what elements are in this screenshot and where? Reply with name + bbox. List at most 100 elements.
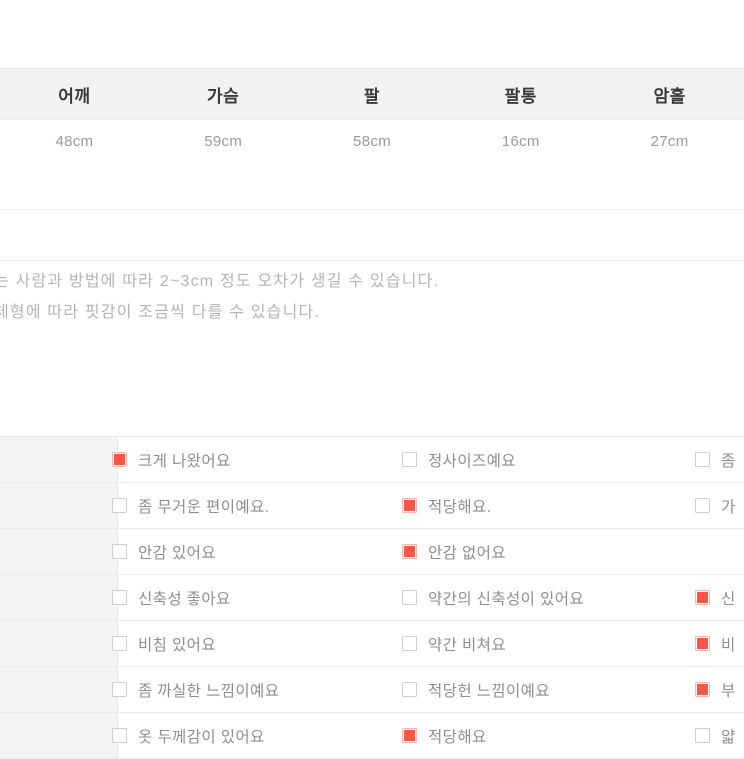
checkbox-icon[interactable] xyxy=(402,544,417,559)
option-label: 비 xyxy=(721,636,736,654)
option-size-small[interactable]: 좀 xyxy=(695,437,736,482)
option-thickness-moderate[interactable]: 적당해요 xyxy=(402,713,487,758)
row-options: 신축성 좋아요 약간의 신축성이 있어요 신 xyxy=(112,575,744,620)
option-label: 비침 있어요 xyxy=(138,636,217,654)
checkbox-icon[interactable] xyxy=(112,544,127,559)
option-weight-light[interactable]: 가 xyxy=(695,483,736,528)
row-label xyxy=(0,529,118,574)
option-label: 적당해요 xyxy=(428,728,487,746)
table-row: 비침 있어요 약간 비쳐요 비 xyxy=(0,621,744,667)
option-texture-soft[interactable]: 부 xyxy=(695,667,736,712)
option-label: 좀 까실한 느낌이예요 xyxy=(138,682,280,700)
row-label xyxy=(0,667,118,712)
option-stretch-good[interactable]: 신축성 좋아요 xyxy=(112,575,231,620)
row-options: 비침 있어요 약간 비쳐요 비 xyxy=(112,621,744,666)
option-label: 약간의 신축성이 있어요 xyxy=(428,590,585,608)
option-sheer-yes[interactable]: 비침 있어요 xyxy=(112,621,216,666)
checkbox-icon[interactable] xyxy=(695,682,710,697)
note-line-1: 는 사람과 방법에 따라 2~3cm 정도 오차가 생길 수 있습니다. xyxy=(0,273,440,290)
option-label: 정사이즈예요 xyxy=(428,452,516,470)
size-header-armhole: 암홀 xyxy=(653,86,686,106)
option-label: 좀 xyxy=(721,452,736,470)
option-weight-moderate[interactable]: 적당해요. xyxy=(402,483,491,528)
option-thickness-thin[interactable]: 얇 xyxy=(695,713,736,758)
option-stretch-slight[interactable]: 약간의 신축성이 있어요 xyxy=(402,575,584,620)
row-label xyxy=(0,437,118,482)
option-sheer-none[interactable]: 비 xyxy=(695,621,736,666)
checkbox-icon[interactable] xyxy=(402,728,417,743)
size-header-sleeve-width: 팔통 xyxy=(504,86,537,106)
option-label: 가 xyxy=(721,498,736,516)
divider-row-2 xyxy=(0,210,744,261)
option-label: 신축성 좋아요 xyxy=(138,590,231,608)
size-value-sleeve-width: 16cm xyxy=(501,132,540,150)
size-header-sleeve: 팔 xyxy=(363,86,381,106)
option-weight-heavy[interactable]: 좀 무거운 편이예요. xyxy=(112,483,269,528)
row-label xyxy=(0,713,118,758)
size-value-shoulder: 48cm xyxy=(55,132,94,150)
size-value-sleeve: 58cm xyxy=(353,132,391,150)
checkbox-icon[interactable] xyxy=(695,498,710,513)
checkbox-icon[interactable] xyxy=(402,590,417,605)
checkbox-icon[interactable] xyxy=(402,452,417,467)
checkbox-icon[interactable] xyxy=(695,590,710,605)
option-label: 안감 없어요 xyxy=(428,544,507,562)
checkbox-icon[interactable] xyxy=(695,728,710,743)
note-line-2: 체형에 따라 핏감이 조금씩 다를 수 있습니다. xyxy=(0,304,321,321)
checkbox-icon[interactable] xyxy=(112,498,127,513)
option-label: 크게 나왔어요 xyxy=(138,452,231,470)
row-options: 안감 있어요 안감 없어요 xyxy=(112,529,744,574)
option-lining-yes[interactable]: 안감 있어요 xyxy=(112,529,216,574)
option-label: 부 xyxy=(721,682,736,700)
option-texture-moderate[interactable]: 적당헌 느낌이예요 xyxy=(402,667,550,712)
table-row: 크게 나왔어요 정사이즈예요 좀 xyxy=(0,437,744,483)
table-row: 좀 까실한 느낌이예요 적당헌 느낌이예요 부 xyxy=(0,667,744,713)
option-label: 얇 xyxy=(721,728,736,746)
option-texture-rough[interactable]: 좀 까실한 느낌이예요 xyxy=(112,667,279,712)
option-label: 신 xyxy=(721,590,736,608)
page-root: 어깨 가슴 팔 팔통 암홀 48cm 59cm 58cm 16cm 27cm 는… xyxy=(0,0,744,759)
option-size-large[interactable]: 크게 나왔어요 xyxy=(112,437,231,482)
checkbox-icon[interactable] xyxy=(112,728,127,743)
divider-row-1 xyxy=(0,160,744,210)
size-spec-table: 어깨 가슴 팔 팔통 암홀 48cm 59cm 58cm 16cm 27cm xyxy=(0,68,744,163)
size-value-armhole: 27cm xyxy=(650,132,689,150)
table-row: 신축성 좋아요 약간의 신축성이 있어요 신 xyxy=(0,575,744,621)
option-label: 옷 두께감이 있어요 xyxy=(138,728,265,746)
size-header-shoulder: 어깨 xyxy=(58,86,91,106)
option-label: 안감 있어요 xyxy=(138,544,217,562)
checkbox-icon[interactable] xyxy=(112,590,127,605)
row-options: 옷 두께감이 있어요 적당해요 얇 xyxy=(112,713,744,758)
row-label xyxy=(0,483,118,528)
size-table-value-row: 48cm 59cm 58cm 16cm 27cm xyxy=(0,120,744,163)
option-sheer-slight[interactable]: 약간 비쳐요 xyxy=(402,621,506,666)
row-label xyxy=(0,621,118,666)
review-attribute-table: 크게 나왔어요 정사이즈예요 좀 좀 무거운 편이예요. 적당해요. 가 안감 … xyxy=(0,436,744,759)
checkbox-icon[interactable] xyxy=(112,682,127,697)
table-row: 좀 무거운 편이예요. 적당해요. 가 xyxy=(0,483,744,529)
option-thickness-thick[interactable]: 옷 두께감이 있어요 xyxy=(112,713,265,758)
option-lining-no[interactable]: 안감 없어요 xyxy=(402,529,506,574)
checkbox-icon[interactable] xyxy=(695,452,710,467)
option-size-true[interactable]: 정사이즈예요 xyxy=(402,437,516,482)
checkbox-icon[interactable] xyxy=(402,498,417,513)
checkbox-icon[interactable] xyxy=(402,636,417,651)
checkbox-icon[interactable] xyxy=(402,682,417,697)
divider-block xyxy=(0,160,744,261)
row-options: 크게 나왔어요 정사이즈예요 좀 xyxy=(112,437,744,482)
measurement-notes: 는 사람과 방법에 따라 2~3cm 정도 오차가 생길 수 있습니다. 체형에… xyxy=(0,266,744,328)
row-options: 좀 무거운 편이예요. 적당해요. 가 xyxy=(112,483,744,528)
option-label: 적당헌 느낌이예요 xyxy=(428,682,550,700)
option-label: 적당해요. xyxy=(428,498,492,516)
option-stretch-none[interactable]: 신 xyxy=(695,575,736,620)
row-label xyxy=(0,575,118,620)
checkbox-icon[interactable] xyxy=(695,636,710,651)
checkbox-icon[interactable] xyxy=(112,636,127,651)
option-label: 좀 무거운 편이예요. xyxy=(138,498,270,516)
table-row: 안감 있어요 안감 없어요 xyxy=(0,529,744,575)
checkbox-icon[interactable] xyxy=(112,452,127,467)
size-value-chest: 59cm xyxy=(204,132,243,150)
option-label: 약간 비쳐요 xyxy=(428,636,507,654)
table-row: 옷 두께감이 있어요 적당해요 얇 xyxy=(0,713,744,759)
size-table-header-row: 어깨 가슴 팔 팔통 암홀 xyxy=(0,68,744,120)
